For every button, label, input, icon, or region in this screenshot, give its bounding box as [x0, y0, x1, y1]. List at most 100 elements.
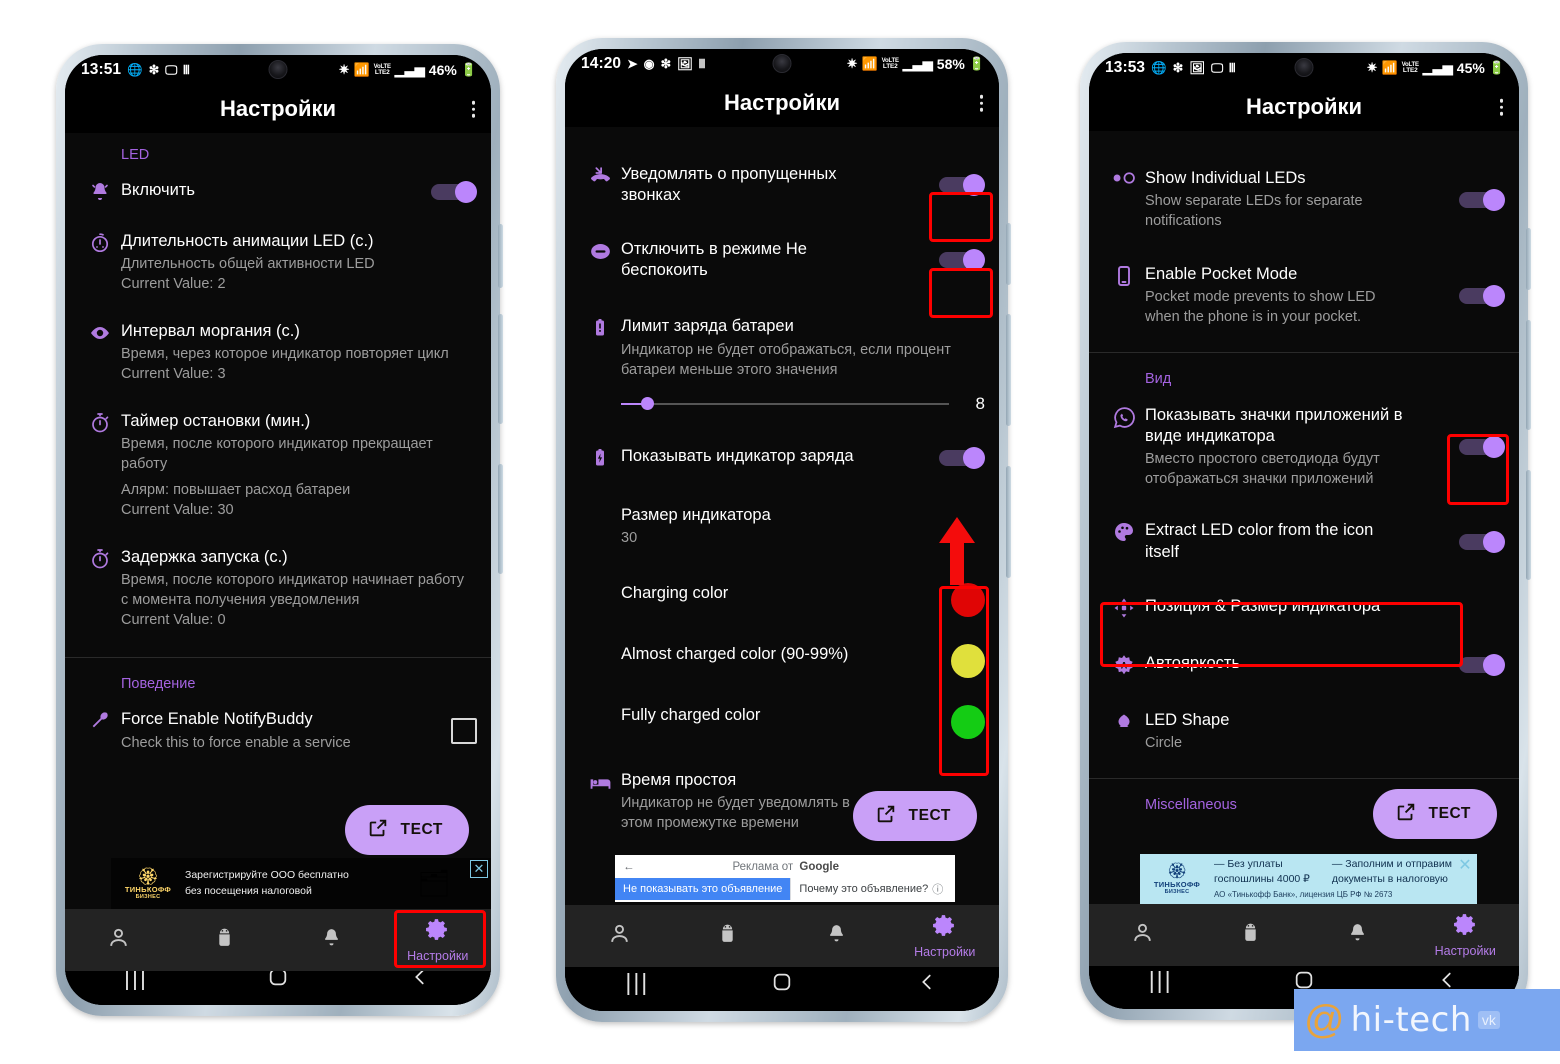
phone-1-screen: 13:51 🌐 ❇ 🖵 𝍫 ✷ 📶 VoLTE LTE2 ▁▃▅ 46% 🔋 Н…	[65, 55, 491, 1005]
list-item[interactable]: Позиция & Размер индикатора	[1089, 574, 1519, 631]
toggle-switch[interactable]	[939, 249, 985, 272]
vk-icon: vk	[1477, 1011, 1500, 1029]
ad-banner[interactable]: 🏵 ТИНЬКОФФ БИЗНЕС — Без уплаты госпошлин…	[1140, 854, 1477, 904]
music-icon: 𝍫	[183, 62, 190, 77]
list-item[interactable]: Длительность анимации LED (с.) Длительно…	[65, 215, 491, 305]
toggle-switch[interactable]	[1459, 653, 1505, 676]
bluetooth-snowflake-icon: ❇	[1172, 60, 1184, 75]
android-robot-icon	[1238, 920, 1263, 950]
list-item-title: Автояркость	[1145, 653, 1241, 672]
bluetooth-snowflake-icon: ❇	[148, 62, 160, 77]
home-icon[interactable]	[1232, 969, 1375, 991]
ad-banner[interactable]: ← Реклама от Google Не показывать это об…	[615, 855, 955, 902]
nav-notifications[interactable]	[782, 921, 891, 951]
back-icon[interactable]: ←	[615, 861, 643, 873]
overflow-menu-icon[interactable]	[1499, 98, 1503, 116]
close-icon[interactable]: ✕	[1456, 856, 1474, 874]
overflow-menu-icon[interactable]	[471, 100, 475, 118]
nav-settings[interactable]: Настройки	[891, 913, 1000, 959]
palette-icon	[1103, 520, 1145, 544]
toggle-switch[interactable]	[1459, 188, 1505, 211]
home-icon[interactable]	[710, 971, 855, 993]
ad-banner[interactable]: 🏵 ТИНЬКОФФ БИЗНЕС Зарегистрируйте ООО бе…	[111, 858, 491, 909]
bottom-nav: Настройки	[65, 909, 491, 971]
telegram-icon: ➤	[627, 56, 638, 71]
nav-settings-label: Настройки	[914, 945, 976, 959]
wifi-icon: 📶	[861, 56, 878, 71]
toggle-switch[interactable]	[1459, 530, 1505, 553]
nav-settings[interactable]: Настройки	[1412, 912, 1520, 958]
nav-profile[interactable]	[1089, 920, 1197, 950]
list-item[interactable]: Показывать значки приложений в виде инди…	[1089, 393, 1519, 500]
section-header-view: Вид	[1145, 371, 1172, 388]
list-item[interactable]: Таймер остановки (мин.) Время, после кот…	[65, 395, 491, 531]
back-icon[interactable]	[1376, 969, 1519, 991]
checkbox[interactable]	[451, 717, 477, 744]
nav-profile[interactable]	[565, 921, 674, 951]
nav-apps[interactable]	[1197, 920, 1305, 950]
fully-charged-color-swatch[interactable]	[951, 704, 985, 739]
list-item-title: Показывать значки приложений в виде инди…	[1145, 406, 1403, 446]
toggle-switch[interactable]	[431, 181, 477, 203]
overflow-menu-icon[interactable]	[979, 94, 983, 112]
list-item-subtitle: Длительность общей активности LED	[121, 256, 375, 273]
list-item[interactable]: Force Enable NotifyBuddy Check this to f…	[65, 698, 491, 763]
test-button[interactable]: ТЕСТ	[1372, 789, 1497, 839]
screenshot-canvas: 13:51 🌐 ❇ 🖵 𝍫 ✷ 📶 VoLTE LTE2 ▁▃▅ 46% 🔋 Н…	[0, 0, 1560, 1064]
list-item[interactable]: Задержка запуска (с.) Время, после котор…	[65, 531, 491, 641]
recents-icon[interactable]: |||	[1089, 967, 1232, 994]
section-header-led: LED	[121, 147, 150, 163]
list-item[interactable]: Размер индикатора 30	[565, 481, 999, 559]
battery-limit-slider[interactable]	[621, 394, 949, 414]
bluetooth-snowflake-icon: ❇	[660, 56, 672, 71]
list-item[interactable]: Charging color	[565, 559, 999, 628]
front-camera-punch-hole	[268, 60, 288, 79]
list-item[interactable]: Включить	[65, 169, 491, 215]
back-icon[interactable]	[854, 971, 999, 993]
list-item[interactable]: Уведомлять о пропущенных звонках	[565, 153, 999, 217]
list-item[interactable]: Show Individual LEDs Show separate LEDs …	[1089, 157, 1519, 242]
bed-icon	[579, 770, 621, 795]
list-item[interactable]: Enable Pocket Mode Pocket mode prevents …	[1089, 242, 1519, 338]
bell-icon	[1345, 920, 1370, 950]
nav-settings[interactable]: Настройки	[385, 917, 492, 963]
ad-line-2: без посещения налоговой	[185, 884, 312, 897]
ad-line-1: — Без уплаты	[1214, 857, 1283, 870]
toggle-switch[interactable]	[1459, 284, 1505, 307]
at-icon: @	[1304, 998, 1345, 1042]
hide-ad-button[interactable]: Не показывать это объявление	[615, 878, 791, 900]
nav-profile[interactable]	[65, 925, 172, 955]
list-item-value: Current Value: 3	[121, 366, 226, 383]
list-item[interactable]: Отключить в режиме Не беспокоить	[565, 217, 999, 292]
bluetooth-icon: ✷	[338, 62, 350, 77]
toggle-switch[interactable]	[939, 174, 985, 197]
list-item[interactable]: Fully charged color	[565, 689, 999, 750]
recents-icon[interactable]: |||	[565, 969, 710, 996]
list-item[interactable]: Extract LED color from the icon itself	[1089, 500, 1519, 573]
list-item[interactable]: LED Shape Circle	[1089, 688, 1519, 764]
status-bar: 13:53 🌐 ❇ 🖼 🖵 𝍫 ✷ 📶 VoLTE LTE2 ▁▃▅ 45% 🔋	[1089, 53, 1519, 83]
nav-apps[interactable]	[674, 921, 783, 951]
list-item[interactable]: Интервал моргания (с.) Время, через кото…	[65, 305, 491, 395]
list-item[interactable]: Показывать индикатор заряда	[565, 420, 999, 481]
list-item-subtitle: Время, после которого индикатор начинает…	[121, 572, 465, 609]
nav-apps[interactable]	[172, 925, 279, 955]
test-button[interactable]: ТЕСТ	[344, 805, 469, 855]
toggle-switch[interactable]	[939, 446, 985, 469]
almost-charged-color-swatch[interactable]	[951, 643, 985, 678]
close-icon[interactable]: ✕	[470, 860, 488, 878]
ad-image: 🗂	[417, 868, 451, 898]
list-item-title: Размер индикатора	[621, 505, 771, 524]
ad-line-1: Зарегистрируйте ООО бесплатно	[185, 869, 349, 882]
list-item[interactable]: A Автояркость	[1089, 631, 1519, 688]
charging-color-swatch[interactable]	[951, 582, 985, 617]
test-button[interactable]: ТЕСТ	[852, 791, 977, 841]
section-divider	[1089, 352, 1519, 354]
list-item[interactable]: Almost charged color (90-99%)	[565, 628, 999, 689]
toggle-switch[interactable]	[1459, 436, 1505, 459]
test-button-label: ТЕСТ	[400, 821, 443, 838]
nav-notifications[interactable]	[278, 925, 385, 955]
nav-notifications[interactable]	[1304, 920, 1412, 950]
cast-icon: 🖵	[1211, 60, 1224, 75]
why-this-ad-button[interactable]: Почему это объявление? ⓘ	[790, 878, 955, 900]
